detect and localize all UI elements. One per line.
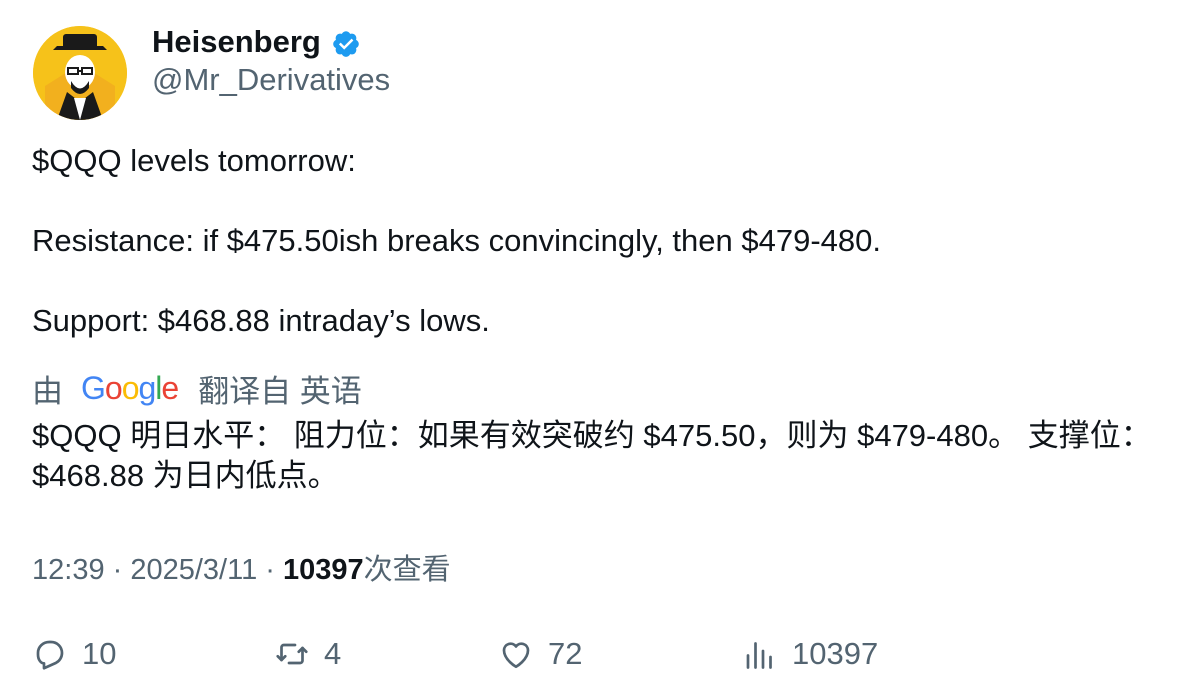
author-name-row[interactable]: Heisenberg — [152, 22, 361, 62]
translation-suffix: 翻译自 英语 — [198, 373, 362, 409]
translation-attribution[interactable]: 由 Google 翻译自 英语 — [32, 368, 362, 409]
retweet-icon — [274, 636, 310, 672]
tweet-meta: 12:39 · 2025/3/11 · 10397 次查看 — [32, 546, 451, 588]
like-button[interactable]: 72 — [498, 632, 582, 676]
retweet-button[interactable]: 4 — [274, 632, 341, 676]
tweet-text-line: Resistance: if $475.50ish breaks convinc… — [32, 223, 882, 258]
tweet-text-line: $QQQ levels tomorrow: — [32, 143, 356, 178]
views-count: 10397 — [283, 554, 364, 586]
heisenberg-avatar-icon — [33, 26, 127, 120]
views-label: 次查看 — [363, 554, 451, 586]
views-button[interactable]: 10397 — [742, 632, 878, 676]
author-display-name[interactable]: Heisenberg — [152, 24, 321, 60]
heart-icon — [498, 636, 534, 672]
verified-badge-icon — [331, 29, 361, 59]
tweet-date[interactable]: 2025/3/11 — [130, 554, 257, 587]
meta-separator: · — [104, 554, 131, 586]
translation-prefix: 由 — [32, 373, 63, 409]
tweet-time[interactable]: 12:39 — [32, 554, 105, 587]
meta-separator: · — [257, 554, 284, 586]
tweet-text-line: Support: $468.88 intraday’s lows. — [32, 303, 490, 338]
retweet-count: 4 — [324, 636, 342, 671]
google-logo-icon: Google — [81, 369, 179, 406]
reply-count: 10 — [82, 636, 117, 671]
like-count: 72 — [548, 636, 583, 671]
bar-chart-icon — [742, 636, 778, 672]
author-handle[interactable]: @Mr_Derivatives — [152, 62, 390, 98]
translated-text: $QQQ 明日水平： 阻力位：如果有效突破约 $475.50，则为 $479-4… — [32, 418, 1152, 493]
reply-button[interactable]: 10 — [32, 632, 116, 676]
views-action-count: 10397 — [792, 636, 879, 671]
avatar[interactable] — [33, 26, 127, 120]
reply-icon — [32, 636, 68, 672]
